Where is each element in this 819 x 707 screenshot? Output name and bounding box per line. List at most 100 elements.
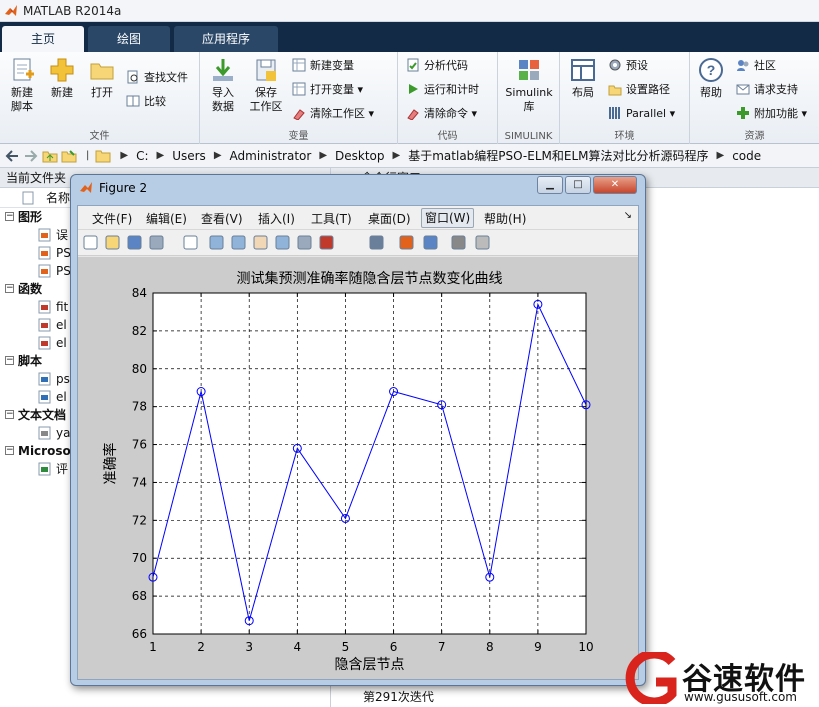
brush-icon[interactable] <box>318 234 335 251</box>
rotate-3d-icon[interactable] <box>274 234 291 251</box>
open-button[interactable]: 打开 <box>84 56 120 100</box>
analyze-code-icon <box>407 58 419 72</box>
help-icon: ? <box>699 58 723 82</box>
breadcrumb-c[interactable]: C: <box>136 149 148 163</box>
collapse-icon[interactable]: − <box>5 284 14 293</box>
script-file-icon <box>38 372 51 386</box>
community-button[interactable]: 社区 <box>736 56 776 76</box>
simulink-library-icon <box>519 60 539 80</box>
new-button[interactable]: 新建 <box>44 56 80 100</box>
hide-plot-tools-icon[interactable] <box>450 234 467 251</box>
excel-file-icon <box>38 462 51 476</box>
x-axis-label: 隐含层节点 <box>335 657 405 673</box>
help-button[interactable]: ? 帮助 <box>694 56 728 100</box>
close-button[interactable]: ✕ <box>593 176 637 194</box>
collapse-icon[interactable]: − <box>5 410 14 419</box>
figure-window[interactable]: Figure 2 ▁ □ ✕ ↘ 文件(F) 编辑(E) 查看(V) 插入(I) 工具(… <box>70 174 646 686</box>
chevron-right-icon: ▶ <box>213 150 222 161</box>
request-support-button[interactable]: 请求支持 <box>736 80 798 100</box>
preferences-button[interactable]: 预设 <box>608 56 648 76</box>
find-files-button[interactable]: 查找文件 <box>126 68 188 88</box>
zoom-out-icon[interactable] <box>230 234 247 251</box>
pan-hand-icon[interactable] <box>252 234 269 251</box>
data-cursor-icon[interactable] <box>296 234 313 251</box>
chevron-right-icon: ▶ <box>120 150 129 161</box>
layout-button[interactable]: 布局 <box>566 56 600 100</box>
menu-overflow-icon[interactable]: ↘ <box>624 210 632 221</box>
link-plot-icon[interactable] <box>368 234 385 251</box>
breadcrumb-project[interactable]: 基于matlab编程PSO-ELM和ELM算法对比分析源码程序 <box>408 147 708 164</box>
text-file-icon <box>38 426 51 440</box>
clear-workspace-button[interactable]: 清除工作区 ▾ <box>292 104 374 124</box>
compare-button[interactable]: 比较 <box>126 92 166 112</box>
figure-menu-item[interactable]: 插入(I) <box>258 210 295 227</box>
save-workspace-button[interactable]: 保存 工作区 <box>246 56 286 114</box>
back-arrow-icon[interactable] <box>4 148 20 164</box>
import-data-button[interactable]: 导入 数据 <box>206 56 240 114</box>
y-tick-label: 72 <box>132 513 147 527</box>
new-variable-button[interactable]: 新建变量 <box>292 56 354 76</box>
up-folder-icon[interactable] <box>42 148 58 164</box>
tab-plots[interactable]: 绘图 <box>88 26 170 52</box>
new-script-button[interactable]: 新建 脚本 <box>4 56 40 114</box>
open-icon[interactable] <box>104 234 121 251</box>
tree-item-label: 函数 <box>18 282 43 296</box>
tree-item-label: PS <box>56 246 71 260</box>
app-title: MATLAB R2014a <box>23 3 122 18</box>
set-path-icon <box>608 85 622 96</box>
tab-home[interactable]: 主页 <box>2 26 84 52</box>
parallel-button[interactable]: Parallel ▾ <box>608 104 675 124</box>
legend-icon[interactable] <box>422 234 439 251</box>
zoom-in-icon[interactable] <box>208 234 225 251</box>
collapse-icon[interactable]: − <box>5 446 14 455</box>
minimize-icon: ▁ <box>546 179 554 190</box>
new-figure-icon[interactable] <box>82 234 99 251</box>
figure-menu-item[interactable]: 编辑(E) <box>146 210 187 227</box>
collapse-icon[interactable]: − <box>5 212 14 221</box>
figure-menu-item[interactable]: 桌面(D) <box>368 210 411 227</box>
analyze-code-button[interactable]: 分析代码 <box>406 56 468 76</box>
y-tick-label: 70 <box>132 551 147 565</box>
figure-menu-item[interactable]: 窗口(W) <box>421 208 475 228</box>
y-tick-label: 84 <box>132 286 147 300</box>
environment-group: 布局 预设 设置路径 Parallel ▾ 环境 <box>560 52 690 144</box>
chevron-down-icon: ▾ <box>798 107 808 120</box>
run-and-time-button[interactable]: 运行和计时 <box>406 80 479 100</box>
browse-folder-icon[interactable] <box>61 148 77 164</box>
show-plot-tools-icon[interactable] <box>474 234 491 251</box>
address-bar: | ▶ C: ▶ Users ▶ Administrator ▶ Desktop… <box>0 144 819 168</box>
figure-menu-item[interactable]: 帮助(H) <box>484 210 526 227</box>
y-tick-label: 68 <box>132 589 147 603</box>
add-ons-button[interactable]: 附加功能 ▾ <box>736 104 807 124</box>
compare-icon <box>126 95 140 107</box>
collapse-icon[interactable]: − <box>5 356 14 365</box>
open-variable-button[interactable]: 打开变量 ▾ <box>292 80 363 100</box>
x-tick-label: 3 <box>245 640 253 654</box>
forward-arrow-icon[interactable] <box>23 148 39 164</box>
breadcrumb-desktop[interactable]: Desktop <box>335 149 385 163</box>
tab-apps[interactable]: 应用程序 <box>174 26 278 52</box>
figure-title-bar[interactable]: Figure 2 ▁ □ ✕ <box>71 175 645 201</box>
print-icon[interactable] <box>148 234 165 251</box>
save-icon[interactable] <box>126 234 143 251</box>
script-file-icon <box>38 390 51 404</box>
figure-menu-item[interactable]: 工具(T) <box>311 210 352 227</box>
simulink-library-button[interactable]: Simulink 库 <box>502 56 556 114</box>
select-arrow-icon[interactable] <box>182 234 199 251</box>
import-data-icon <box>213 59 233 81</box>
figure-menu-item[interactable]: 文件(F) <box>92 210 132 227</box>
breadcrumb-administrator[interactable]: Administrator <box>230 149 312 163</box>
clear-commands-button[interactable]: 清除命令 ▾ <box>406 104 477 124</box>
colorbar-icon[interactable] <box>398 234 415 251</box>
figure-menu-item[interactable]: 查看(V) <box>201 210 243 227</box>
minimize-button[interactable]: ▁ <box>537 176 563 194</box>
maximize-button[interactable]: □ <box>565 176 591 194</box>
command-output-line: 第291次迭代 <box>363 690 434 704</box>
breadcrumb-users[interactable]: Users <box>172 149 206 163</box>
tree-item-label: 误 <box>56 228 69 242</box>
breadcrumb-code[interactable]: code <box>732 149 761 163</box>
separator: | <box>86 150 90 161</box>
tree-item-label: el <box>56 318 67 332</box>
set-path-button[interactable]: 设置路径 <box>608 80 670 100</box>
plot-axes <box>152 292 587 635</box>
